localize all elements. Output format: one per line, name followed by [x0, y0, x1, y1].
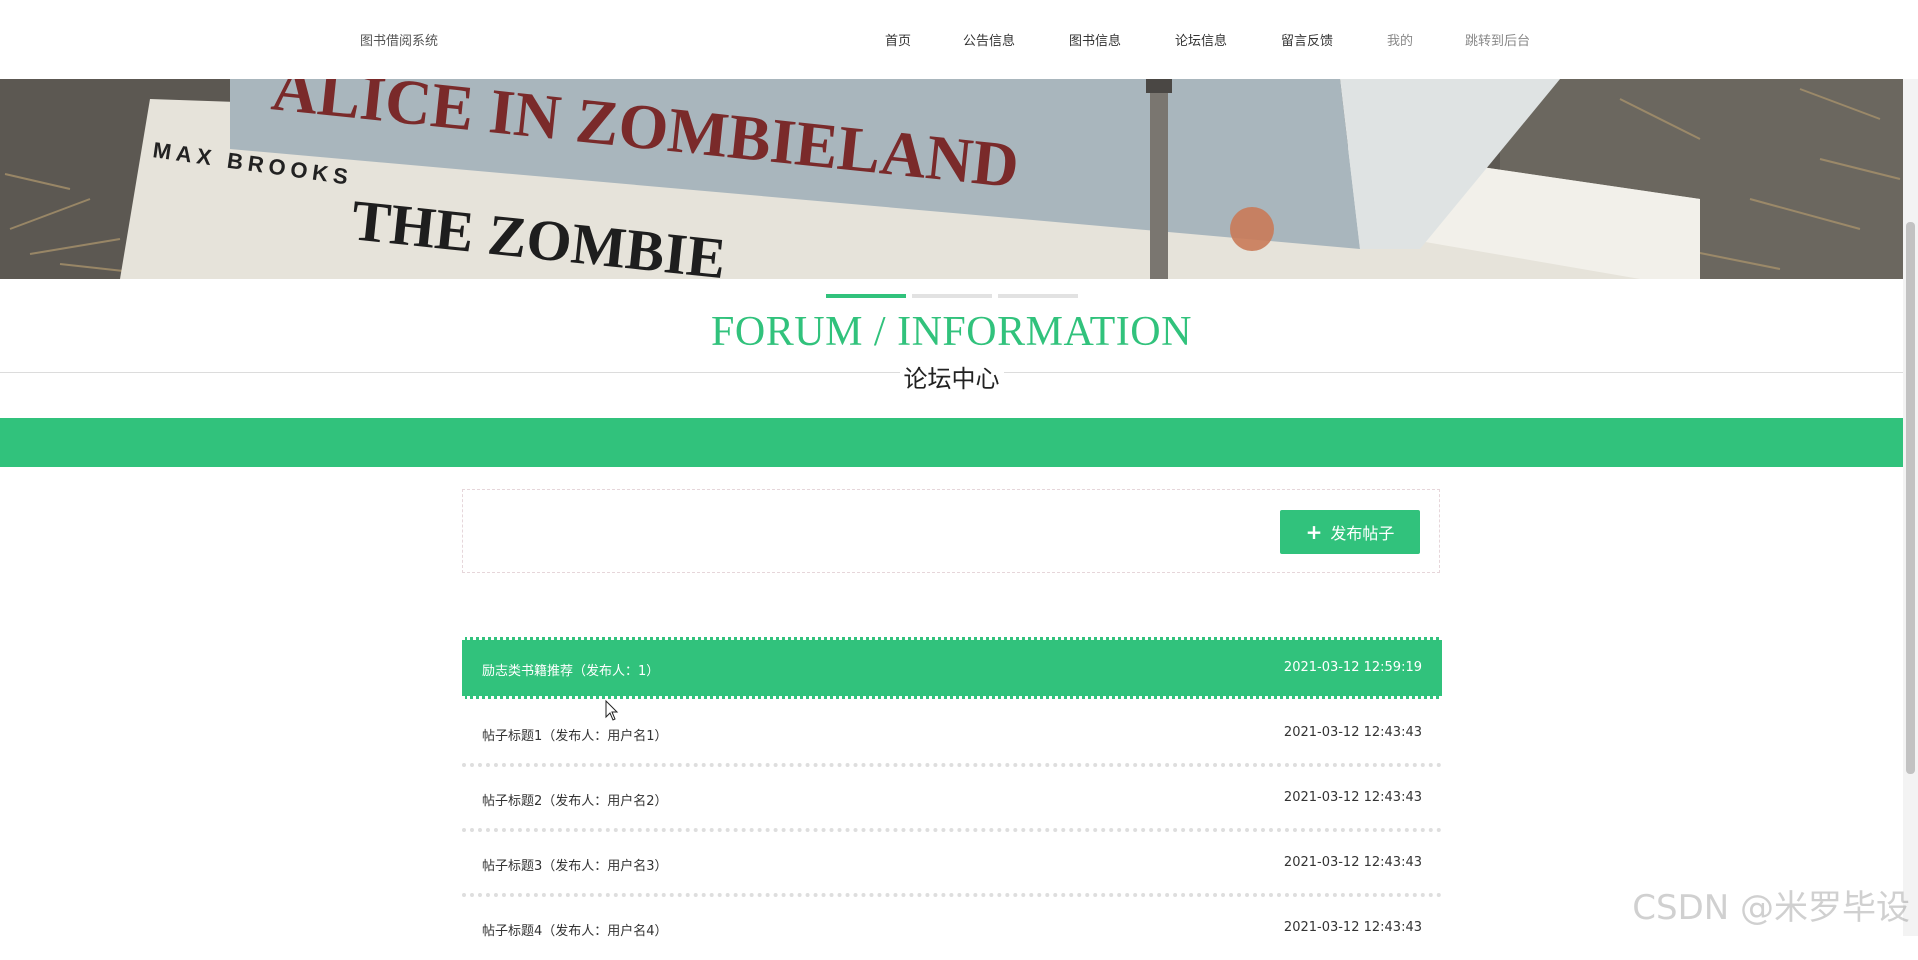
post-title: 帖子标题3（发布人：用户名3）: [482, 859, 668, 874]
post-divider: [462, 893, 1442, 897]
publish-post-label: 发布帖子: [1330, 524, 1395, 543]
carousel-dot-2[interactable]: [912, 294, 992, 298]
post-item[interactable]: 帖子标题3（发布人：用户名3） 2021-03-12 12:43:43: [462, 833, 1442, 895]
post-title: 帖子标题4（发布人：用户名4）: [482, 924, 668, 939]
post-divider: [462, 828, 1442, 832]
nav-home[interactable]: 首页: [885, 30, 911, 49]
post-item[interactable]: 帖子标题2（发布人：用户名2） 2021-03-12 12:43:43: [462, 768, 1442, 830]
post-title: 励志类书籍推荐（发布人：1）: [482, 664, 660, 679]
top-navbar: 图书借阅系统 首页 公告信息 图书信息 论坛信息 留言反馈 我的 跳转到后台: [0, 0, 1903, 79]
carousel-dot-3[interactable]: [998, 294, 1078, 298]
post-item[interactable]: 励志类书籍推荐（发布人：1） 2021-03-12 12:59:19: [462, 637, 1442, 699]
banner-image: ALICE IN ZOMBIELAND MAX BROOKS THE ZOMBI…: [0, 79, 1903, 279]
carousel-dot-1[interactable]: [826, 294, 906, 298]
mouse-cursor-icon: [605, 700, 619, 721]
section-title-cn: 论坛中心: [0, 359, 1903, 394]
post-title: 帖子标题1（发布人：用户名1）: [482, 729, 668, 744]
nav-admin[interactable]: 跳转到后台: [1465, 30, 1530, 49]
post-time: 2021-03-12 12:43:43: [1283, 790, 1422, 805]
nav-feedback[interactable]: 留言反馈: [1281, 30, 1333, 49]
post-time: 2021-03-12 12:43:43: [1283, 725, 1422, 740]
publish-post-button[interactable]: + 发布帖子: [1280, 510, 1420, 554]
section-title-en: FORUM / INFORMATION: [711, 309, 1192, 355]
nav-books[interactable]: 图书信息: [1069, 30, 1121, 49]
site-brand[interactable]: 图书借阅系统: [360, 30, 438, 49]
plus-icon: +: [1305, 520, 1323, 544]
post-time: 2021-03-12 12:59:19: [1283, 660, 1422, 675]
nav-forum[interactable]: 论坛信息: [1175, 30, 1227, 49]
post-divider: [462, 763, 1442, 767]
section-band: [0, 418, 1903, 467]
post-time: 2021-03-12 12:43:43: [1283, 920, 1422, 935]
post-time: 2021-03-12 12:43:43: [1283, 855, 1422, 870]
page-scrollbar-thumb[interactable]: [1906, 222, 1915, 774]
post-title: 帖子标题2（发布人：用户名2）: [482, 794, 668, 809]
nav-my[interactable]: 我的: [1387, 30, 1413, 49]
post-item[interactable]: 帖子标题4（发布人：用户名4） 2021-03-12 12:43:43: [462, 898, 1442, 960]
watermark: CSDN @米罗毕设: [1632, 888, 1910, 928]
nav-announcements[interactable]: 公告信息: [963, 30, 1015, 49]
section-title-cn-text: 论坛中心: [899, 365, 1004, 393]
hero-banner: ALICE IN ZOMBIELAND MAX BROOKS THE ZOMBI…: [0, 79, 1903, 279]
